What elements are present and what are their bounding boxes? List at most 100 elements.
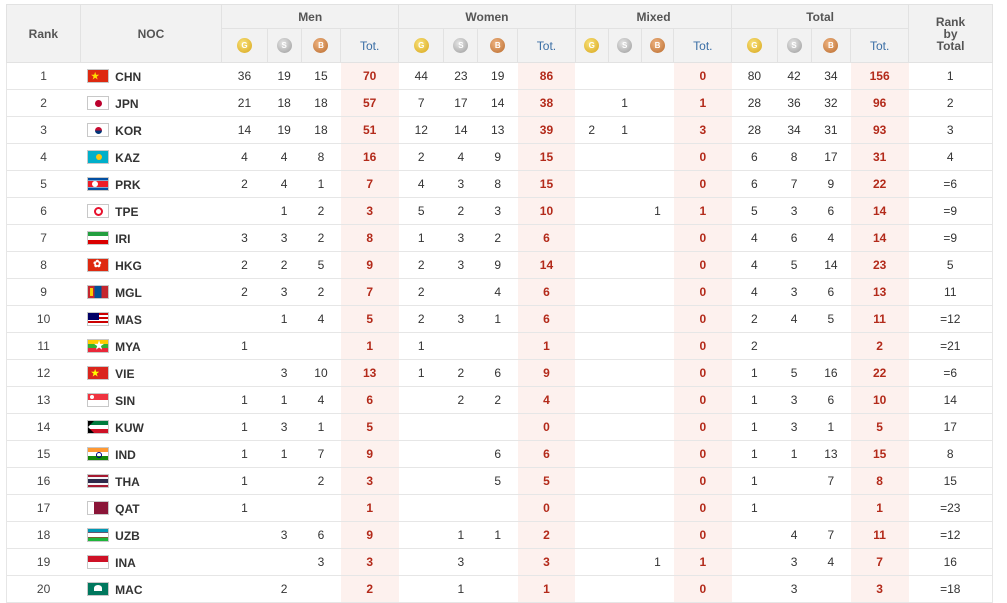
bronze-medal-icon: B [313, 38, 329, 54]
total-total-cell: 14 [850, 224, 909, 252]
mixed-bronze-cell [641, 89, 674, 117]
total-bronze-cell: 34 [811, 62, 851, 90]
rank-cell: 20 [6, 575, 81, 603]
mixed-silver-cell [608, 548, 642, 576]
rank-cell: 13 [6, 386, 81, 414]
men-bronze-cell: 1 [301, 413, 341, 441]
mixed-bronze-cell [641, 440, 674, 468]
mixed-total-cell: 1 [673, 89, 732, 117]
total-total-cell: 10 [850, 386, 909, 414]
total-total-cell: 8 [850, 467, 909, 495]
noc-code: QAT [115, 501, 140, 516]
mixed-total-header: Tot. [673, 28, 733, 63]
men-total-cell: 8 [340, 224, 399, 252]
men-silver-cell: 19 [267, 116, 302, 144]
men-bronze-cell: 2 [301, 197, 341, 225]
men-bronze-cell: 18 [301, 89, 341, 117]
men-silver-cell: 19 [267, 62, 302, 90]
women-total-cell: 1 [517, 332, 576, 360]
men-silver-cell: 3 [267, 521, 302, 549]
mixed-silver-cell [608, 413, 642, 441]
noc-cell: THA [80, 467, 222, 495]
kazakhstan-flag-icon [87, 150, 110, 165]
noc-code: KUW [115, 420, 144, 435]
noc-cell: QAT [80, 494, 222, 522]
women-total-cell: 5 [517, 467, 576, 495]
mixed-silver-cell [608, 467, 642, 495]
men-group-header: Men [221, 4, 400, 29]
mixed-bronze-cell [641, 170, 674, 198]
mixed-total-cell: 0 [673, 575, 732, 603]
noc-cell: KUW [80, 413, 222, 441]
mixed-bronze-cell [641, 278, 674, 306]
rank-by-total-cell: =9 [908, 224, 993, 252]
rank-cell: 4 [6, 143, 81, 171]
total-silver-cell [777, 467, 812, 495]
men-total-cell: 9 [340, 440, 399, 468]
women-total-cell: 86 [517, 62, 576, 90]
mixed-gold-cell [575, 278, 609, 306]
table-row: 19 INA 3 3 3 3 1 1 3 4 7 16 [6, 548, 993, 576]
mixed-gold-cell [575, 467, 609, 495]
men-silver-cell: 2 [267, 575, 302, 603]
men-silver-cell: 4 [267, 143, 302, 171]
rank-by-total-cell: =12 [908, 305, 993, 333]
women-gold-cell: 5 [398, 197, 444, 225]
total-gold-cell: 1 [731, 467, 778, 495]
total-silver-cell [777, 332, 812, 360]
total-total-cell: 23 [850, 251, 909, 279]
table-row: 10 MAS 1 4 5 2 3 1 6 0 2 4 5 11 =12 [6, 305, 993, 333]
men-bronze-cell: 18 [301, 116, 341, 144]
men-total-cell: 2 [340, 575, 399, 603]
mixed-bronze-cell [641, 386, 674, 414]
indonesia-flag-icon [87, 555, 110, 570]
table-row: 2 JPN 21 18 18 57 7 17 14 38 1 1 28 36 32 96 2 [6, 89, 993, 117]
women-gold-cell [398, 494, 444, 522]
women-total-cell: 9 [517, 359, 576, 387]
myanmar-flag-icon: ★ [87, 339, 110, 354]
mixed-group-header: Mixed [574, 4, 733, 29]
table-body: 1 ★ CHN 36 19 15 70 44 23 19 86 0 80 42 34 156 1 2 JPN 21 18… [6, 62, 993, 603]
noc-code: VIE [115, 366, 135, 381]
women-gold-cell [398, 467, 444, 495]
men-gold-cell: 1 [221, 386, 268, 414]
men-total-cell: 70 [340, 62, 399, 90]
mixed-gold-cell [575, 332, 609, 360]
men-bronze-cell: 8 [301, 143, 341, 171]
women-bronze-cell: 3 [477, 197, 518, 225]
qatar-flag-icon [87, 501, 110, 516]
noc-code: SIN [115, 393, 136, 408]
women-gold-cell [398, 386, 444, 414]
women-bronze-cell [477, 413, 518, 441]
women-total-cell: 10 [517, 197, 576, 225]
women-gold-cell [398, 413, 444, 441]
total-silver-cell: 3 [777, 386, 812, 414]
mixed-bronze-cell [641, 575, 674, 603]
total-total-cell: 96 [850, 89, 909, 117]
women-total-header: Tot. [517, 28, 576, 63]
women-silver-cell [443, 332, 478, 360]
men-bronze-cell [301, 332, 341, 360]
men-total-cell: 9 [340, 251, 399, 279]
total-silver-cell: 8 [777, 143, 812, 171]
mixed-total-cell: 3 [673, 116, 732, 144]
mixed-silver-cell [608, 521, 642, 549]
rank-cell: 10 [6, 305, 81, 333]
rank-cell: 14 [6, 413, 81, 441]
noc-code: IND [115, 447, 136, 462]
noc-code: JPN [115, 96, 139, 111]
men-total-cell: 1 [340, 332, 399, 360]
mixed-silver-cell [608, 575, 642, 603]
men-silver-cell: 3 [267, 359, 302, 387]
total-total-cell: 2 [850, 332, 909, 360]
women-bronze-cell: 5 [477, 467, 518, 495]
women-silver-cell: 3 [443, 170, 478, 198]
noc-code: MAS [115, 312, 142, 327]
mixed-total-cell: 0 [673, 467, 732, 495]
mixed-total-cell: 0 [673, 386, 732, 414]
noc-cell: TPE [80, 197, 222, 225]
mixed-total-cell: 1 [673, 548, 732, 576]
noc-code: PRK [115, 177, 141, 192]
noc-cell: ★ VIE [80, 359, 222, 387]
noc-cell: IRI [80, 224, 222, 252]
